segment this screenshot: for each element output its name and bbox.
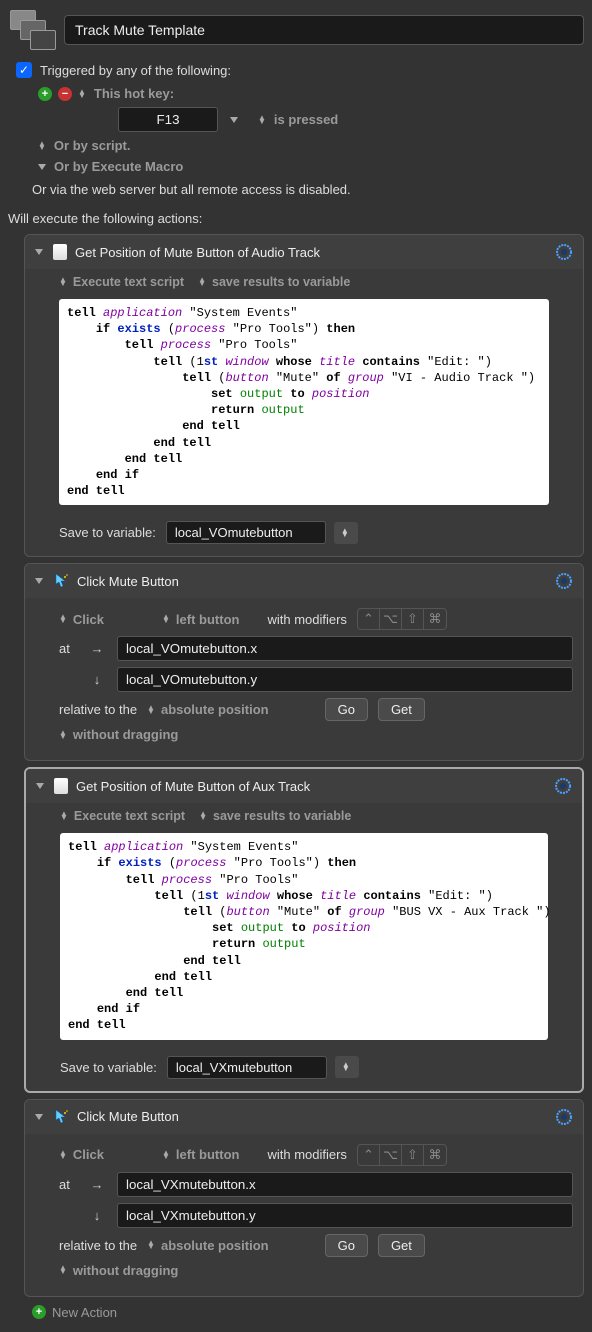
new-action-button[interactable]: + New Action xyxy=(32,1305,584,1320)
save-results-dropdown[interactable]: save results to variable xyxy=(198,275,350,289)
chevron-down-icon[interactable] xyxy=(35,1114,43,1120)
or-web-label: Or via the web server but all remote acc… xyxy=(32,182,584,197)
arrow-right-icon: → xyxy=(87,1174,107,1194)
gear-icon[interactable] xyxy=(555,243,573,261)
click-type-dropdown[interactable]: Click xyxy=(59,612,104,627)
plus-icon: + xyxy=(32,1305,46,1319)
hotkey-state[interactable]: is pressed xyxy=(274,112,338,127)
triggered-checkbox[interactable]: ✓ xyxy=(16,62,32,78)
or-execute-label[interactable]: Or by Execute Macro xyxy=(54,159,183,174)
action-click-1[interactable]: Click Mute Button Click left button with… xyxy=(24,563,584,761)
action-click-2[interactable]: Click Mute Button Click left button with… xyxy=(24,1099,584,1297)
click-icon xyxy=(53,573,69,589)
action-title: Click Mute Button xyxy=(77,1109,547,1124)
ctrl-modifier[interactable]: ⌃ xyxy=(358,1145,380,1165)
y-coord-input[interactable] xyxy=(117,1203,573,1228)
with-modifiers-label: with modifiers xyxy=(267,612,346,627)
chevron-down-icon[interactable] xyxy=(335,1056,359,1078)
sort-icon[interactable] xyxy=(258,116,266,124)
action-title: Get Position of Mute Button of Audio Tra… xyxy=(75,245,547,260)
opt-modifier[interactable]: ⌥ xyxy=(380,1145,402,1165)
get-button[interactable]: Get xyxy=(378,1234,425,1257)
modifier-buttons[interactable]: ⌃ ⌥ ⇧ ⌘ xyxy=(357,608,447,630)
chevron-down-icon[interactable] xyxy=(334,522,358,544)
sort-icon[interactable] xyxy=(78,90,86,98)
x-coord-input[interactable] xyxy=(117,1172,573,1197)
cmd-modifier[interactable]: ⌘ xyxy=(424,1145,446,1165)
gear-icon[interactable] xyxy=(554,777,572,795)
get-button[interactable]: Get xyxy=(378,698,425,721)
action-title: Get Position of Mute Button of Aux Track xyxy=(76,779,546,794)
relative-label: relative to the xyxy=(59,702,137,717)
sort-icon[interactable] xyxy=(38,142,46,150)
opt-modifier[interactable]: ⌥ xyxy=(380,609,402,629)
relative-label: relative to the xyxy=(59,1238,137,1253)
script-icon xyxy=(54,778,68,794)
gear-icon[interactable] xyxy=(555,1108,573,1126)
triggered-label: Triggered by any of the following: xyxy=(40,63,231,78)
hotkey-label: This hot key: xyxy=(94,86,174,101)
shift-modifier[interactable]: ⇧ xyxy=(402,1145,424,1165)
hotkey-field[interactable] xyxy=(118,107,218,132)
y-coord-input[interactable] xyxy=(117,667,573,692)
save-var-select[interactable]: local_VXmutebutton xyxy=(167,1056,327,1079)
relative-dropdown[interactable]: absolute position xyxy=(147,702,269,717)
dragging-dropdown[interactable]: without dragging xyxy=(59,1263,178,1278)
script-icon xyxy=(53,244,67,260)
ctrl-modifier[interactable]: ⌃ xyxy=(358,609,380,629)
arrow-down-icon: ↓ xyxy=(87,670,107,690)
arrow-right-icon: → xyxy=(87,639,107,659)
add-trigger-button[interactable]: + xyxy=(38,87,52,101)
execute-type-dropdown[interactable]: Execute text script xyxy=(59,275,184,289)
dragging-dropdown[interactable]: without dragging xyxy=(59,727,178,742)
go-button[interactable]: Go xyxy=(325,698,368,721)
modifier-buttons[interactable]: ⌃ ⌥ ⇧ ⌘ xyxy=(357,1144,447,1166)
arrow-down-icon: ↓ xyxy=(87,1205,107,1225)
mouse-button-dropdown[interactable]: left button xyxy=(162,612,239,627)
gear-icon[interactable] xyxy=(555,572,573,590)
chevron-down-icon[interactable] xyxy=(35,249,43,255)
x-coord-input[interactable] xyxy=(117,636,573,661)
or-script-label[interactable]: Or by script. xyxy=(54,138,131,153)
save-var-select[interactable]: local_VOmutebutton xyxy=(166,521,326,544)
will-execute-label: Will execute the following actions: xyxy=(8,211,584,226)
save-var-label: Save to variable: xyxy=(60,1060,157,1075)
at-label: at xyxy=(59,641,77,656)
macro-title-input[interactable] xyxy=(64,15,584,45)
chevron-down-icon[interactable] xyxy=(35,578,43,584)
macro-icon xyxy=(8,8,52,52)
relative-dropdown[interactable]: absolute position xyxy=(147,1238,269,1253)
save-results-dropdown[interactable]: save results to variable xyxy=(199,809,351,823)
chevron-down-icon[interactable] xyxy=(38,164,46,170)
chevron-down-icon[interactable] xyxy=(230,117,238,123)
cmd-modifier[interactable]: ⌘ xyxy=(424,609,446,629)
shift-modifier[interactable]: ⇧ xyxy=(402,609,424,629)
go-button[interactable]: Go xyxy=(325,1234,368,1257)
click-icon xyxy=(53,1109,69,1125)
action-script-2[interactable]: Get Position of Mute Button of Aux Track… xyxy=(24,767,584,1092)
script-editor[interactable]: tell application "System Events" if exis… xyxy=(59,299,549,505)
with-modifiers-label: with modifiers xyxy=(267,1147,346,1162)
chevron-down-icon[interactable] xyxy=(36,783,44,789)
mouse-button-dropdown[interactable]: left button xyxy=(162,1147,239,1162)
action-title: Click Mute Button xyxy=(77,574,547,589)
at-label: at xyxy=(59,1177,77,1192)
click-type-dropdown[interactable]: Click xyxy=(59,1147,104,1162)
execute-type-dropdown[interactable]: Execute text script xyxy=(60,809,185,823)
remove-trigger-button[interactable]: − xyxy=(58,87,72,101)
script-editor[interactable]: tell application "System Events" if exis… xyxy=(60,833,548,1039)
action-script-1[interactable]: Get Position of Mute Button of Audio Tra… xyxy=(24,234,584,557)
save-var-label: Save to variable: xyxy=(59,525,156,540)
